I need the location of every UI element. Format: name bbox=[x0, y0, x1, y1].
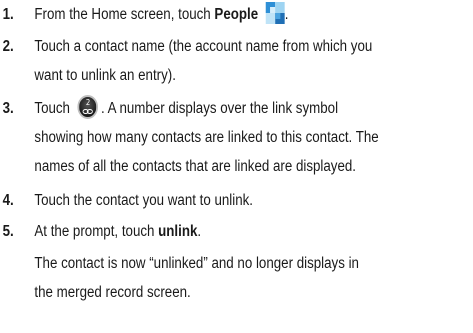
step-line: showing how many contacts are linked to … bbox=[34, 129, 379, 146]
step-line: Touch the contact you want to unlink. bbox=[34, 192, 254, 209]
step-number: 4. bbox=[2, 192, 14, 209]
note-line: the merged record screen. bbox=[34, 284, 191, 301]
link-count: 2 bbox=[85, 98, 91, 107]
chain-icon bbox=[82, 109, 94, 114]
link-icon: 2 bbox=[77, 95, 99, 119]
step-text: Touch a contact name (the account name f… bbox=[34, 32, 372, 90]
unlink-label: unlink bbox=[158, 223, 198, 240]
step-text-part: Touch bbox=[34, 100, 70, 117]
step-text-end: . bbox=[284, 6, 289, 23]
step-line: names of all the contacts that are linke… bbox=[34, 158, 356, 175]
step-line: Touch a contact name (the account name f… bbox=[34, 38, 373, 55]
step-text-part: . A number displays over the link symbol bbox=[100, 100, 339, 117]
step-number: 1. bbox=[2, 6, 14, 23]
step-text-end: . bbox=[197, 223, 202, 240]
step-line: want to unlink an entry). bbox=[34, 67, 176, 84]
step-number: 3. bbox=[2, 100, 14, 117]
step-number: 5. bbox=[2, 223, 14, 240]
note-text: The contact is now “unlinked” and no lon… bbox=[34, 249, 359, 307]
note-line: The contact is now “unlinked” and no lon… bbox=[34, 255, 359, 272]
step-text: Touch the contact you want to unlink. bbox=[34, 186, 253, 215]
step-text-part: From the Home screen, touch bbox=[34, 6, 215, 23]
instruction-document: 1. From the Home screen, touch People. 2… bbox=[0, 0, 473, 333]
step-text-part: At the prompt, touch bbox=[34, 223, 159, 240]
step-text: At the prompt, touch unlink. bbox=[34, 217, 201, 246]
people-label: People bbox=[214, 6, 259, 23]
step-number: 2. bbox=[2, 38, 14, 55]
step-text: From the Home screen, touch People. bbox=[34, 0, 289, 29]
people-icon bbox=[265, 2, 285, 24]
step-text: Touch 2 . A number displays over the link … bbox=[34, 94, 379, 181]
